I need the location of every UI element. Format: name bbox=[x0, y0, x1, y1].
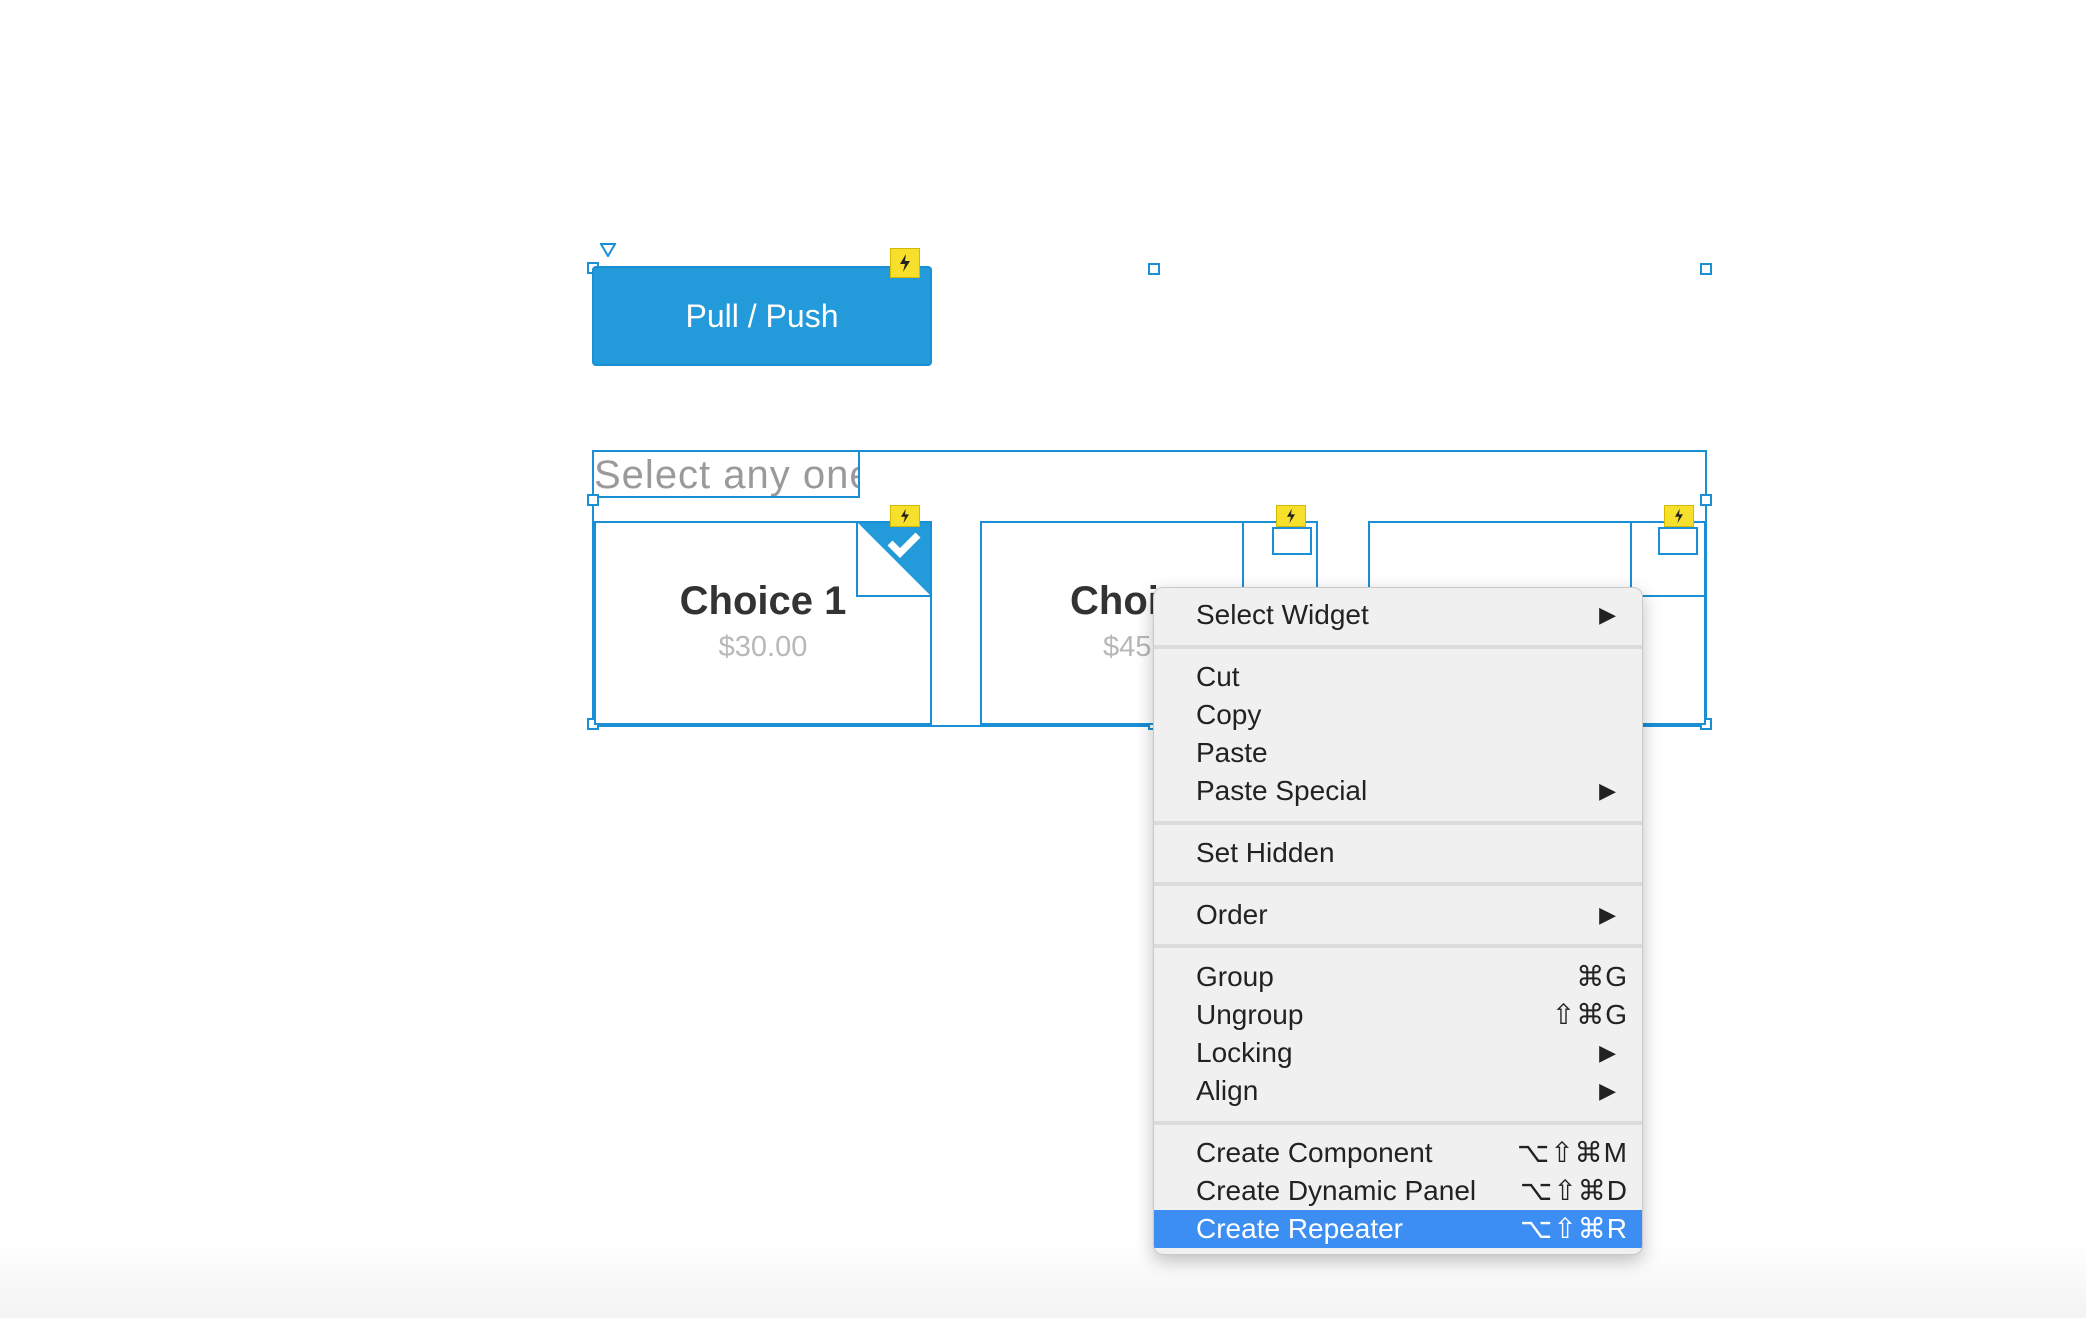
pull-push-button-label: Pull / Push bbox=[685, 297, 839, 334]
menu-item-paste-special[interactable]: Paste Special ▶ bbox=[1154, 772, 1642, 810]
card-title: Choi bbox=[1070, 579, 1159, 623]
menu-item-shortcut: ⇧⌘G bbox=[1551, 999, 1628, 1030]
menu-item-ungroup[interactable]: Ungroup ⇧⌘G bbox=[1154, 996, 1642, 1034]
bottom-scroll-area bbox=[0, 1240, 2086, 1318]
menu-item-group[interactable]: Group ⌘G bbox=[1154, 958, 1642, 996]
card-price: $45 bbox=[1103, 631, 1152, 663]
menu-item-create-component[interactable]: Create Component ⌥⇧⌘M bbox=[1154, 1134, 1642, 1172]
menu-item-label: Select Widget bbox=[1196, 599, 1369, 630]
menu-separator bbox=[1154, 882, 1642, 886]
menu-item-shortcut: ⌥⇧⌘M bbox=[1516, 1137, 1628, 1168]
card-price: $30.00 bbox=[718, 631, 808, 663]
submenu-arrow-icon: ▶ bbox=[1599, 1040, 1616, 1065]
check-corner-inner bbox=[1272, 527, 1312, 555]
menu-item-label: Locking bbox=[1196, 1037, 1293, 1068]
submenu-arrow-icon: ▶ bbox=[1599, 1078, 1616, 1103]
interaction-lightning-icon[interactable] bbox=[1664, 505, 1694, 527]
menu-item-label: Align bbox=[1196, 1075, 1259, 1106]
selection-handle[interactable] bbox=[1700, 263, 1712, 275]
selection-handle[interactable] bbox=[1700, 494, 1712, 506]
menu-item-copy[interactable]: Copy bbox=[1154, 696, 1642, 734]
menu-separator bbox=[1154, 944, 1642, 948]
design-canvas[interactable]: Pull / Push Select any one Choice 1 $30.… bbox=[0, 0, 2086, 1318]
menu-item-label: Set Hidden bbox=[1196, 837, 1335, 868]
anchor-marker-icon bbox=[599, 243, 617, 258]
menu-item-label: Group bbox=[1196, 961, 1274, 992]
context-menu: Select Widget ▶ Cut Copy Paste Paste Spe… bbox=[1153, 587, 1643, 1255]
menu-item-label: Order bbox=[1196, 899, 1268, 930]
heading-label: Select any one bbox=[594, 453, 860, 497]
pull-push-button[interactable]: Pull / Push bbox=[592, 266, 932, 366]
menu-item-label: Paste bbox=[1196, 737, 1268, 768]
menu-item-create-repeater[interactable]: Create Repeater ⌥⇧⌘R bbox=[1154, 1210, 1642, 1248]
menu-separator bbox=[1154, 645, 1642, 649]
menu-item-label: Copy bbox=[1196, 699, 1262, 730]
selection-handle[interactable] bbox=[587, 494, 599, 506]
menu-item-shortcut: ⌘G bbox=[1576, 961, 1628, 992]
menu-item-shortcut: ⌥⇧⌘D bbox=[1520, 1175, 1628, 1206]
menu-item-select-widget[interactable]: Select Widget ▶ bbox=[1154, 596, 1642, 634]
menu-item-shortcut: ⌥⇧⌘R bbox=[1520, 1213, 1628, 1244]
menu-item-set-hidden[interactable]: Set Hidden bbox=[1154, 834, 1642, 872]
selection-handle[interactable] bbox=[1148, 263, 1160, 275]
menu-separator bbox=[1154, 1121, 1642, 1125]
interaction-lightning-icon[interactable] bbox=[1276, 505, 1306, 527]
menu-item-label: Paste Special bbox=[1196, 775, 1368, 806]
selected-check-corner bbox=[856, 521, 932, 597]
menu-item-label: Create Repeater bbox=[1196, 1213, 1404, 1244]
check-corner-inner bbox=[1658, 527, 1698, 555]
submenu-arrow-icon: ▶ bbox=[1599, 902, 1616, 927]
menu-item-label: Ungroup bbox=[1196, 999, 1304, 1030]
menu-item-create-dynamic-panel[interactable]: Create Dynamic Panel ⌥⇧⌘D bbox=[1154, 1172, 1642, 1210]
menu-item-align[interactable]: Align ▶ bbox=[1154, 1072, 1642, 1110]
interaction-lightning-icon[interactable] bbox=[890, 248, 920, 278]
interaction-lightning-icon[interactable] bbox=[890, 505, 920, 527]
select-any-one-heading[interactable]: Select any one bbox=[592, 450, 860, 498]
submenu-arrow-icon: ▶ bbox=[1599, 602, 1616, 627]
menu-item-label: Create Dynamic Panel bbox=[1196, 1175, 1477, 1206]
menu-item-locking[interactable]: Locking ▶ bbox=[1154, 1034, 1642, 1072]
menu-item-label: Cut bbox=[1196, 661, 1240, 692]
menu-item-cut[interactable]: Cut bbox=[1154, 658, 1642, 696]
submenu-arrow-icon: ▶ bbox=[1599, 778, 1616, 803]
menu-item-label: Create Component bbox=[1196, 1137, 1433, 1168]
menu-separator bbox=[1154, 821, 1642, 825]
menu-item-paste[interactable]: Paste bbox=[1154, 734, 1642, 772]
menu-item-order[interactable]: Order ▶ bbox=[1154, 896, 1642, 934]
